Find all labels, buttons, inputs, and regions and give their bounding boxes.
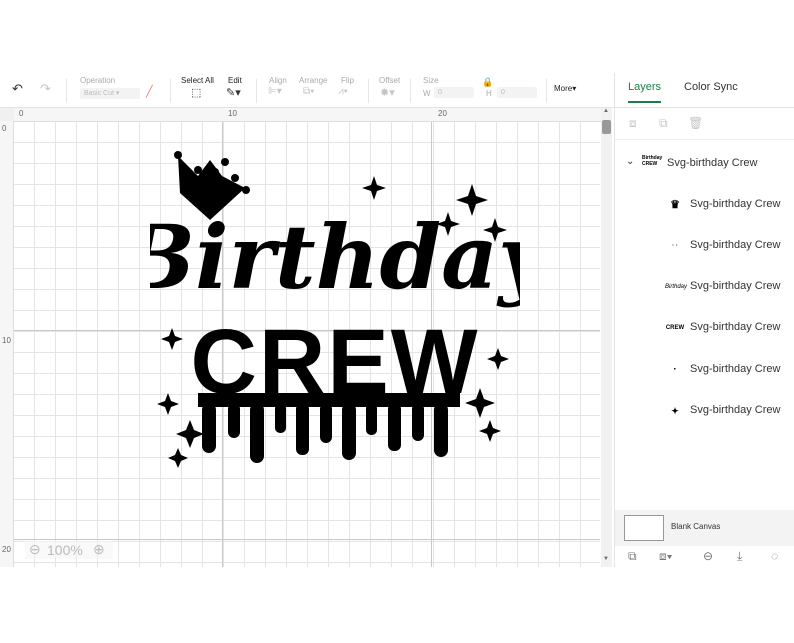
edit-label: Edit <box>228 76 242 85</box>
select-all-button[interactable]: ⬚ <box>191 86 201 99</box>
layer-thumbnail: ♛ <box>670 199 680 211</box>
toolbar-divider <box>368 79 369 103</box>
ruler-left: 0 10 20 <box>0 121 14 567</box>
tab-layers[interactable]: Layers <box>628 81 662 103</box>
offset-label: Offset <box>379 76 401 85</box>
undo-icon[interactable]: ↶ <box>12 81 23 97</box>
align-button[interactable]: ⊫▾ <box>268 86 282 97</box>
layer-label: Svg-birthday Crew <box>690 280 781 292</box>
ruler-tick-label: 0 <box>2 124 7 133</box>
operation-label: Operation <box>80 76 116 85</box>
zoom-in-icon[interactable]: ⊕ <box>93 541 105 558</box>
contour-icon[interactable]: ◌ <box>771 549 778 563</box>
height-input[interactable]: 0 <box>497 87 537 98</box>
toolbar-divider <box>66 79 67 103</box>
layer-row[interactable]: · · Svg-birthday Crew <box>615 231 794 261</box>
size-label: Size <box>423 76 439 85</box>
layer-row[interactable]: Birthday Svg-birthday Crew <box>615 272 794 302</box>
scroll-down-icon[interactable]: ▼ <box>603 556 609 562</box>
zoom-level: 100% <box>47 542 83 558</box>
redo-icon[interactable]: ↷ <box>40 81 51 97</box>
layer-thumbnail: · <box>673 364 677 375</box>
flatten-icon[interactable]: ⤓ <box>737 549 742 564</box>
width-label: W <box>423 89 431 98</box>
layer-label: Svg-birthday Crew <box>690 198 781 210</box>
layer-thumbnail: Birthday <box>665 284 688 290</box>
operation-dropdown[interactable]: Basic Cut ▾ <box>80 88 140 99</box>
zoom-control: ⊖ 100% ⊕ <box>25 541 113 559</box>
group-thumbnail: Birthday CREW <box>642 155 663 167</box>
design-script-text: Birthday <box>150 205 520 309</box>
layer-label: Svg-birthday Crew <box>690 363 781 375</box>
align-label: Align <box>269 76 287 85</box>
toolbar-divider <box>256 79 257 103</box>
layer-thumbnail: · · <box>672 243 678 249</box>
group-icon[interactable]: ⧈ <box>629 116 637 131</box>
vertical-scrollbar[interactable]: ▲ ▼ <box>601 108 612 567</box>
panel-divider <box>615 139 794 140</box>
layer-row[interactable]: ♛ Svg-birthday Crew <box>615 190 794 220</box>
select-all-label: Select All <box>181 76 214 85</box>
drip-shape <box>198 393 460 463</box>
attach-icon[interactable]: ⊖ <box>703 549 713 563</box>
birthday-crew-design[interactable]: Birthday CREW <box>150 148 520 468</box>
more-button[interactable]: More▾ <box>554 84 576 93</box>
offset-button[interactable]: ✹▾ <box>380 86 395 99</box>
layer-group-row[interactable]: ⌄ Birthday CREW Svg-birthday Crew <box>615 149 794 179</box>
layer-row[interactable]: ✦ Svg-birthday Crew <box>615 396 794 426</box>
ruler-tick-label: 10 <box>228 109 237 118</box>
toolbar-divider <box>170 79 171 103</box>
layer-row[interactable]: CREW Svg-birthday Crew <box>615 313 794 343</box>
layer-label: Svg-birthday Crew <box>690 239 781 251</box>
layer-thumbnail: CREW <box>665 325 685 331</box>
ruler-top: 0 10 20 <box>14 108 604 122</box>
design-canvas[interactable]: 0 10 20 0 10 20 Birthday <box>0 108 614 567</box>
layers-panel: Layers Color Sync ⧈ ⧉ 🗑 ⌄ Birthday CREW … <box>614 73 794 567</box>
zoom-out-icon[interactable]: ⊖ <box>29 541 41 558</box>
slice-icon[interactable]: ⧉ <box>628 549 637 564</box>
layer-label: Svg-birthday Crew <box>690 404 781 416</box>
width-input[interactable]: 0 <box>434 87 474 98</box>
toolbar-divider <box>410 79 411 103</box>
delete-icon[interactable]: 🗑 <box>688 116 703 130</box>
operation-value: Basic Cut <box>84 90 114 97</box>
height-label: H <box>486 89 492 98</box>
scroll-up-icon[interactable]: ▲ <box>603 108 609 114</box>
layer-thumbnail: ✦ <box>671 406 679 416</box>
top-toolbar: ↶ ↷ Operation Basic Cut ▾ ╱ Select All ⬚… <box>0 73 614 108</box>
chevron-down-icon[interactable]: ⌄ <box>626 156 634 167</box>
tab-divider <box>615 107 794 108</box>
ruler-tick-label: 10 <box>2 336 11 345</box>
lock-icon[interactable]: 🔒 <box>482 77 493 88</box>
combine-icon[interactable]: ⧈▾ <box>659 549 673 564</box>
duplicate-icon[interactable]: ⧉ <box>659 116 668 131</box>
ruler-tick-label: 20 <box>2 545 11 554</box>
arrange-button[interactable]: ⧉▾ <box>303 86 314 97</box>
ruler-tick-label: 0 <box>19 109 24 118</box>
scrollbar-thumb[interactable] <box>602 120 611 134</box>
pen-color-icon[interactable]: ╱ <box>146 85 153 98</box>
flip-label: Flip <box>341 76 354 85</box>
toolbar-divider <box>546 79 547 103</box>
blank-canvas-swatch[interactable] <box>624 515 664 541</box>
flip-button[interactable]: ⩘▾ <box>338 86 348 97</box>
ruler-corner <box>0 108 14 122</box>
layer-group-label: Svg-birthday Crew <box>667 157 758 169</box>
more-label: More <box>554 84 573 93</box>
layer-row[interactable]: · Svg-birthday Crew <box>615 355 794 385</box>
blank-canvas-label: Blank Canvas <box>671 522 721 531</box>
ruler-tick-label: 20 <box>438 109 447 118</box>
arrange-label: Arrange <box>299 76 328 85</box>
tab-color-sync[interactable]: Color Sync <box>684 81 738 93</box>
layer-label: Svg-birthday Crew <box>690 321 781 333</box>
blank-canvas-row[interactable]: Blank Canvas <box>615 510 794 546</box>
edit-button[interactable]: ✎▾ <box>226 86 241 99</box>
